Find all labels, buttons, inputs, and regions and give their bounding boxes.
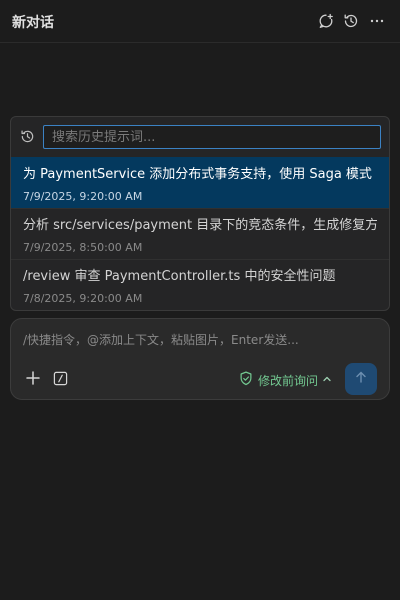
composer-input[interactable]: /快捷指令，@添加上下文，粘贴图片，Enter发送... [23, 331, 299, 348]
mode-selector[interactable]: 修改前询问 [239, 371, 332, 389]
history-icon[interactable] [341, 11, 361, 31]
header: 新对话 [0, 0, 400, 43]
history-item-query: 分析 src/services/payment 目录下的竞态条件，生成修复方案 [23, 218, 377, 233]
send-button[interactable] [345, 363, 377, 395]
history-icon [20, 129, 35, 148]
new-chat-icon[interactable] [316, 11, 336, 31]
history-item-time: 7/9/2025, 9:20:00 AM [23, 190, 143, 203]
history-item[interactable]: 分析 src/services/payment 目录下的竞态条件，生成修复方案 … [11, 208, 389, 259]
history-item[interactable]: 为 PaymentService 添加分布式事务支持，使用 Saga 模式 7/… [11, 157, 389, 208]
prompt-history-panel: 为 PaymentService 添加分布式事务支持，使用 Saga 模式 7/… [10, 116, 390, 311]
history-search-input[interactable] [43, 125, 381, 149]
chat-composer[interactable]: /快捷指令，@添加上下文，粘贴图片，Enter发送... 修改前询问 [10, 318, 390, 400]
shield-check-icon [239, 371, 253, 389]
plus-icon[interactable] [25, 370, 41, 390]
chevron-up-icon [322, 373, 332, 387]
slash-command-icon[interactable] [53, 371, 68, 390]
history-item-query: 为 PaymentService 添加分布式事务支持，使用 Saga 模式 [23, 167, 372, 182]
history-item-time: 7/9/2025, 8:50:00 AM [23, 241, 143, 254]
mode-label: 修改前询问 [258, 373, 319, 388]
history-item-query: /review 审查 PaymentController.ts 中的安全性问题 [23, 269, 336, 284]
more-icon[interactable] [367, 11, 387, 31]
page-title: 新对话 [12, 15, 54, 31]
history-item-time: 7/8/2025, 9:20:00 AM [23, 292, 143, 305]
history-item[interactable]: /review 审查 PaymentController.ts 中的安全性问题 … [11, 259, 389, 310]
arrow-up-icon [354, 370, 368, 388]
history-search-row [11, 117, 389, 157]
